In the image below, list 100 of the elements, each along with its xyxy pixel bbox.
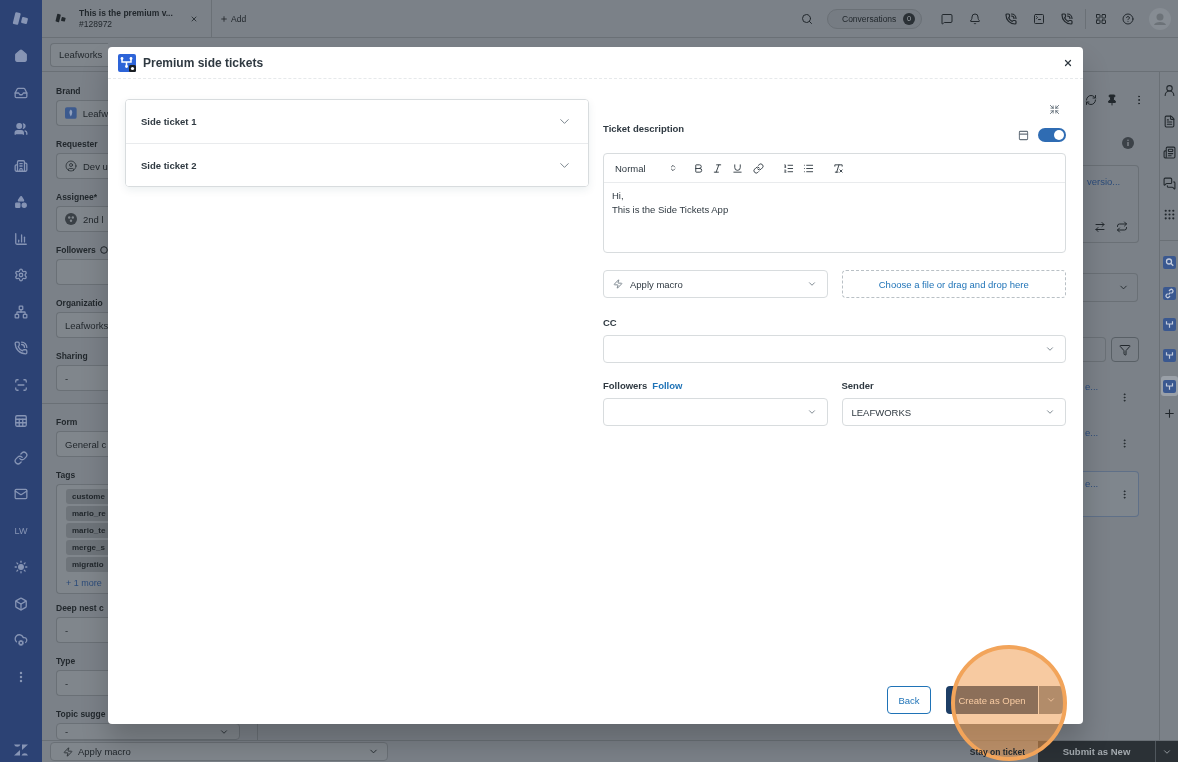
- numbered-list-icon[interactable]: [782, 162, 794, 174]
- list-item[interactable]: e...: [1083, 374, 1139, 420]
- up-down-icon: [668, 164, 677, 172]
- grid-icon[interactable]: [1095, 12, 1107, 25]
- text-area[interactable]: Hi, This is the Side Tickets App: [604, 183, 1065, 252]
- submit-options-button[interactable]: [1155, 741, 1178, 762]
- filter-button[interactable]: [1111, 337, 1139, 362]
- swap-icon[interactable]: [1094, 221, 1106, 233]
- building-icon[interactable]: [14, 158, 28, 173]
- bar-chart-icon[interactable]: [14, 231, 28, 246]
- tag[interactable]: merge_s: [66, 540, 108, 555]
- pin-icon[interactable]: [1106, 94, 1118, 106]
- create-button[interactable]: Create as Open: [946, 686, 1038, 714]
- add-tab-button[interactable]: Add: [220, 13, 247, 24]
- lightning-icon: [63, 746, 73, 757]
- logo-icon[interactable]: [13, 744, 29, 756]
- field-label: Requester: [56, 138, 98, 150]
- app-launcher[interactable]: [1160, 376, 1178, 396]
- select-field[interactable]: Leafw: [56, 100, 108, 126]
- card-link[interactable]: versio...: [1087, 176, 1121, 187]
- link-icon[interactable]: [14, 450, 28, 465]
- follow-link[interactable]: Follow: [652, 380, 683, 392]
- network-icon[interactable]: [14, 304, 28, 319]
- workspace-tab[interactable]: Leafworks: [50, 42, 108, 67]
- close-icon[interactable]: [190, 14, 198, 23]
- box-icon[interactable]: [14, 596, 28, 611]
- document-icon[interactable]: [1162, 115, 1176, 128]
- macro-select[interactable]: Apply macro: [603, 270, 828, 298]
- select-field[interactable]: -: [56, 617, 108, 643]
- app-icon: [1162, 348, 1176, 362]
- spreadsheet-icon[interactable]: [14, 414, 28, 429]
- create-options-button[interactable]: [1038, 686, 1063, 714]
- group-icon: [65, 213, 77, 225]
- users-icon[interactable]: [14, 122, 28, 137]
- italic-icon[interactable]: [711, 162, 723, 174]
- bold-icon[interactable]: [692, 162, 704, 174]
- panel-icon[interactable]: [1018, 129, 1029, 141]
- bullet-list-icon[interactable]: [802, 162, 814, 174]
- shapes-icon[interactable]: [14, 195, 28, 210]
- list-item[interactable]: e...: [1083, 420, 1139, 466]
- list-item[interactable]: e...: [1083, 471, 1139, 517]
- format-select[interactable]: Normal: [615, 162, 677, 174]
- tag[interactable]: mario_re: [66, 506, 108, 521]
- circle-icon[interactable]: [99, 246, 108, 254]
- more-tags-link[interactable]: + 1 more: [66, 577, 102, 589]
- ticket-tab[interactable]: This is the premium v... #128972: [42, 0, 212, 37]
- accordion-header[interactable]: Side ticket 2: [126, 144, 588, 186]
- tags-field[interactable]: custome mario_re mario_te merge_s migratio + 1 more: [56, 484, 108, 594]
- underline-icon[interactable]: [731, 162, 743, 174]
- bell-icon[interactable]: [969, 12, 981, 25]
- clear-format-icon[interactable]: [832, 162, 844, 174]
- add-icon[interactable]: [1162, 407, 1176, 420]
- select-field[interactable]: -: [56, 670, 108, 696]
- grid-icon[interactable]: [1162, 208, 1176, 221]
- tag[interactable]: custome: [66, 489, 108, 504]
- search-icon[interactable]: [801, 12, 813, 25]
- select-field[interactable]: Dev u: [56, 153, 108, 179]
- followers-field[interactable]: [603, 398, 828, 426]
- lightning-icon: [613, 279, 623, 289]
- select-field[interactable]: -: [56, 365, 108, 391]
- home-icon[interactable]: [14, 49, 28, 64]
- user-icon[interactable]: [1162, 84, 1176, 97]
- repeat-icon[interactable]: [1116, 221, 1128, 233]
- select-field[interactable]: -: [56, 723, 240, 740]
- info-icon[interactable]: [1122, 137, 1134, 149]
- chat-icon[interactable]: [1162, 177, 1176, 190]
- sender-field[interactable]: LEAFWORKS: [841, 398, 1066, 426]
- accordion-header[interactable]: Side ticket 1: [126, 100, 588, 144]
- close-button[interactable]: [1063, 57, 1073, 68]
- back-button[interactable]: Back: [887, 686, 931, 714]
- tag[interactable]: mario_te: [66, 523, 108, 538]
- input-field[interactable]: [56, 259, 108, 285]
- macro-select[interactable]: Apply macro: [50, 742, 388, 761]
- sun-icon[interactable]: [14, 560, 28, 575]
- toggle-switch[interactable]: [1038, 128, 1066, 142]
- select-field[interactable]: Leafworks: [56, 312, 108, 338]
- phone-icon[interactable]: [1005, 12, 1017, 25]
- chat-icon[interactable]: [941, 12, 953, 25]
- select-field[interactable]: 2nd l: [56, 206, 108, 232]
- cloud-icon[interactable]: [14, 633, 28, 648]
- app-icon: [118, 53, 136, 72]
- newspaper-icon[interactable]: [1162, 146, 1176, 159]
- help-icon[interactable]: [1122, 12, 1134, 25]
- terminal-icon[interactable]: [1033, 12, 1045, 25]
- cc-field[interactable]: [603, 335, 1066, 363]
- submit-option-text[interactable]: Stay on ticket: [969, 746, 1025, 757]
- nav-label[interactable]: LW: [14, 525, 28, 536]
- file-drop-zone[interactable]: Choose a file or drag and drop here: [841, 270, 1066, 298]
- submit-button[interactable]: Submit as New: [1038, 741, 1155, 762]
- link-icon[interactable]: [752, 162, 764, 174]
- phone-icon[interactable]: [14, 341, 28, 356]
- shrink-icon[interactable]: [1049, 103, 1060, 115]
- settings-icon[interactable]: [14, 268, 28, 283]
- inbox-icon[interactable]: [14, 85, 28, 100]
- refresh-icon[interactable]: [1085, 94, 1097, 106]
- mail-icon[interactable]: [14, 487, 28, 502]
- tag[interactable]: migratio: [66, 557, 108, 572]
- scan-icon[interactable]: [14, 377, 28, 392]
- phone-icon[interactable]: [1061, 12, 1073, 25]
- select-field[interactable]: General c: [56, 431, 108, 457]
